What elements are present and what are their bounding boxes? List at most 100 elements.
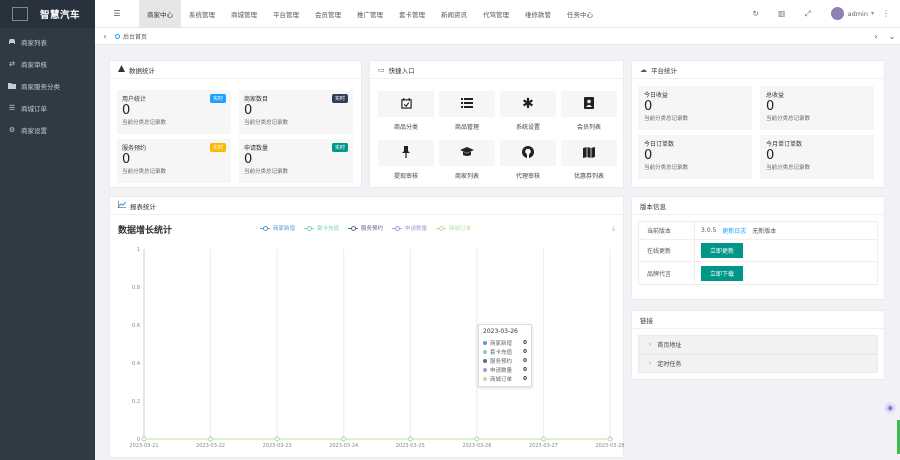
sidebar-item-service-category[interactable]: 商家服务分类 (0, 75, 95, 97)
sidebar: 智慧汽车 商家列表 ⇄ 商家审核 商家服务分类 ☰ 商城订单 ⚙ 商家设置 (0, 0, 95, 460)
sidebar-item-mall-orders[interactable]: ☰ 商城订单 (0, 97, 95, 119)
nav-item-promotion[interactable]: 推广管理 (349, 0, 391, 28)
tab-home-label: 后台首页 (123, 33, 148, 41)
refresh-icon[interactable]: ↻ (743, 9, 769, 18)
nav-item-system[interactable]: 系统管理 (181, 0, 223, 28)
links-card: 链接 › 首页地址 › 定时任务 (631, 310, 885, 380)
chart-tooltip: 2023-03-26 商家新增 0 套卡充值 0 服务预约 0 申请数量 0 商城订单 0 (478, 324, 532, 387)
data-point (341, 436, 346, 442)
platform-box-total-income[interactable]: 总收益 0 当前分类总记录数 (760, 86, 874, 130)
quick-item-member-list[interactable]: 会员列表 (561, 91, 617, 135)
quick-item-label: 商家列表 (454, 173, 479, 180)
nav-item-news[interactable]: 新闻资讯 (433, 0, 475, 28)
link-item-home-address[interactable]: › 首页地址 (638, 335, 878, 354)
y-tick-label: 0.2 (132, 399, 140, 405)
legend-item[interactable]: 申请数量 (392, 224, 427, 232)
nav-item-task[interactable]: 任务中心 (559, 0, 601, 28)
nav-item-card[interactable]: 套卡管理 (391, 0, 433, 28)
card-header: 版本信息 (632, 197, 884, 215)
admin-name[interactable]: admin (848, 10, 868, 18)
x-tick-label: 2023-03-25 (396, 443, 425, 449)
tooltip-dot-icon (483, 358, 487, 363)
card-title: 版本信息 (640, 202, 666, 211)
quick-item-product-manage[interactable]: 商品管理 (439, 91, 495, 135)
legend-line-icon (348, 225, 359, 231)
sidebar-item-merchant-review[interactable]: ⇄ 商家审核 (0, 53, 95, 75)
download-now-button[interactable]: 立即下载 (701, 265, 744, 281)
data-point (607, 436, 613, 442)
stat-box-appointments[interactable]: 服务预约 0 当前分类总记录数 实时 (117, 139, 231, 183)
platform-box-today-income[interactable]: 今日收益 0 当前分类总记录数 (638, 86, 752, 130)
chevron-right-icon[interactable]: › (868, 32, 884, 41)
tab-controls: › ⌄ (868, 32, 900, 41)
clear-cache-icon[interactable]: ▥ (769, 9, 795, 18)
y-tick-label: 0.6 (132, 323, 140, 329)
stat-value: 0 (122, 103, 131, 118)
fullscreen-icon[interactable]: ⤢ (795, 9, 821, 19)
avatar[interactable] (830, 7, 844, 20)
stat-box-users[interactable]: 用户统计 0 当前分类总记录数 实时 (117, 90, 231, 134)
chevron-down-icon[interactable]: ⌄ (884, 32, 900, 41)
version-value: 3.0.5 (701, 227, 717, 234)
nav-item-driving[interactable]: 代驾管理 (475, 0, 517, 28)
stat-box-applications[interactable]: 申请数量 0 当前分类总记录数 实时 (239, 139, 353, 183)
list-icon (461, 98, 473, 110)
update-log-link[interactable]: 更新日志 (722, 226, 746, 235)
quick-item-system-settings[interactable]: ✱ 系统设置 (500, 91, 556, 135)
chevron-down-icon[interactable]: ▾ (871, 10, 874, 17)
tab-home[interactable]: 后台首页 (115, 32, 147, 41)
platform-box-month-orders[interactable]: 今月单订单数 0 当前分类总记录数 (760, 135, 874, 179)
link-item-scheduled-task[interactable]: › 定时任务 (638, 354, 878, 373)
download-icon[interactable]: ⤓ (612, 224, 615, 233)
legend-item[interactable]: 套卡充值 (304, 224, 339, 232)
tooltip-row: 服务预约 0 (483, 356, 527, 365)
platform-box-today-orders[interactable]: 今日订单数 0 当前分类总记录数 (638, 135, 752, 179)
top-navigation: ☰ 商家中心 系统管理 商城管理 平台管理 会员管理 推广管理 套卡管理 新闻资… (95, 0, 900, 28)
quick-item-product-category[interactable]: 商品分类 (378, 91, 434, 135)
sidebar-item-label: 商家列表 (21, 39, 47, 47)
data-point (474, 436, 480, 442)
nav-item-mall[interactable]: 商城管理 (223, 0, 265, 28)
platform-label: 今日订单数 (644, 141, 675, 148)
version-label: 在线更新 (639, 240, 695, 261)
sidebar-item-merchant-settings[interactable]: ⚙ 商家设置 (0, 119, 95, 141)
stat-sub: 当前分类总记录数 (244, 169, 289, 175)
gear-icon: ⚙ (8, 126, 16, 134)
chevron-left-icon[interactable]: ‹ (95, 32, 115, 41)
nav-item-member[interactable]: 会员管理 (307, 0, 349, 28)
quick-item-label: 商品分类 (393, 124, 418, 131)
assistant-float-icon[interactable]: ◉ (884, 402, 896, 414)
quick-item-merchant-list[interactable]: 商家列表 (439, 140, 495, 184)
quick-item-label: 系统设置 (515, 124, 540, 131)
link-label: 定时任务 (657, 361, 682, 368)
line-chart[interactable]: 0 0.2 0.4 0.6 0.8 1 2023-03-21 2023-03-22 2023-0… (110, 197, 625, 459)
data-point (341, 436, 346, 442)
legend-item[interactable]: 商家新增 (260, 224, 295, 232)
sidebar-item-merchant-list[interactable]: 商家列表 (0, 31, 95, 53)
update-now-button[interactable]: 立即更新 (701, 243, 744, 258)
nav-item-platform[interactable]: 平台管理 (265, 0, 307, 28)
menu-toggle-button[interactable]: ☰ (95, 0, 139, 28)
chart-title: 数据增长统计 (118, 226, 173, 236)
nav-item-repair[interactable]: 维修款管 (517, 0, 559, 28)
brand[interactable]: 智慧汽车 (0, 0, 95, 28)
nav-item-merchant-center[interactable]: 商家中心 (139, 0, 181, 28)
data-point (141, 436, 147, 442)
card-title: 链接 (640, 316, 653, 325)
legend-item[interactable]: 服务预约 (348, 224, 383, 232)
card-title: 快捷入口 (388, 66, 415, 75)
data-point (208, 436, 213, 442)
stat-box-merchants[interactable]: 商家数目 0 当前分类总记录数 实时 (239, 90, 353, 134)
more-icon[interactable]: ⋮ (882, 9, 890, 18)
sidebar-item-label: 商家审核 (21, 61, 47, 69)
quick-item-label: 商品管理 (454, 124, 479, 131)
quick-item-coupon-list[interactable]: 优惠券列表 (561, 140, 617, 184)
quick-item-agent-review[interactable]: 代理审核 (500, 140, 556, 184)
data-point (208, 436, 213, 442)
quick-item-label: 代理审核 (515, 173, 540, 180)
quick-item-withdraw-review[interactable]: 提现审核 (378, 140, 434, 184)
sidebar-item-label: 商家服务分类 (21, 83, 60, 91)
data-point (274, 436, 280, 442)
quick-entry-card: ▭ 快捷入口 商品分类 商品管理 ✱ 系统设置 会员列表 提现审核 商家列表 代… (369, 60, 624, 188)
legend-item[interactable]: 商城订单 (436, 224, 471, 232)
